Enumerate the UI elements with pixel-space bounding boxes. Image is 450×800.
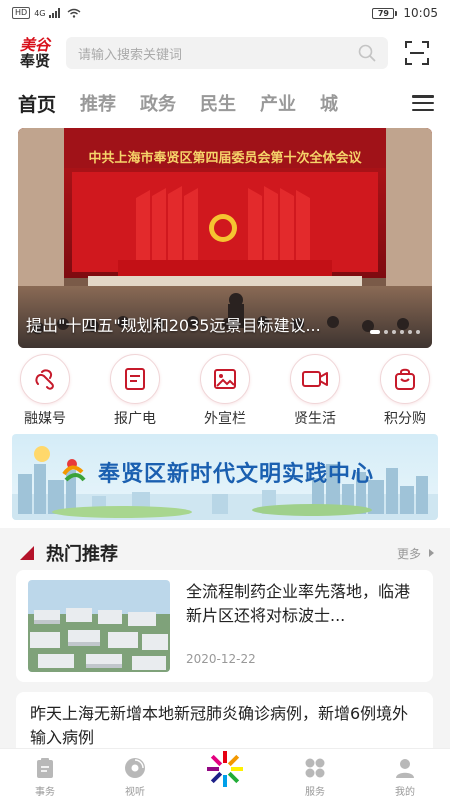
link-loop-icon — [35, 369, 54, 390]
wifi-icon — [68, 8, 81, 18]
article-card[interactable]: 全流程制药企业率先落地，临港新片区还将对标波士... 2020-12-22 — [16, 570, 433, 682]
nav-label: 事务 — [35, 787, 55, 798]
top-header: 美谷 奉贤 请输入搜索关键词 — [0, 26, 450, 80]
scan-button[interactable] — [404, 40, 430, 66]
video-camera-icon — [302, 371, 328, 387]
menu-icon — [412, 95, 434, 111]
section-title: 热门推荐 — [46, 544, 118, 565]
quick-link-life[interactable]: 贤生活 — [288, 354, 342, 432]
carousel-dot[interactable] — [384, 330, 388, 334]
nav-label: 视听 — [125, 787, 145, 798]
quick-link-newspaper[interactable]: 报广电 — [108, 354, 162, 432]
promo-banner[interactable]: 奉贤区新时代文明实践中心 — [12, 434, 438, 520]
promo-section: 奉贤区新时代文明实践中心 — [0, 432, 450, 528]
tab-industry[interactable]: 产业 — [260, 90, 296, 116]
channel-menu-button[interactable] — [396, 80, 450, 126]
nav-profile[interactable]: 我的 — [370, 757, 440, 798]
image-icon — [214, 369, 236, 389]
search-bar[interactable]: 请输入搜索关键词 — [66, 37, 388, 69]
battery-level: 79 — [372, 7, 395, 19]
logo-bottom-text: 奉贤 — [19, 51, 50, 70]
more-label: 更多 — [396, 546, 421, 561]
signal-icon — [49, 8, 61, 18]
tab-city[interactable]: 城 — [320, 90, 338, 116]
quick-link-label: 外宣栏 — [204, 411, 246, 427]
tab-recommend[interactable]: 推荐 — [80, 90, 116, 116]
article-date: 2020-12-22 — [186, 652, 256, 666]
promo-title: 奉贤区新时代文明实践中心 — [98, 462, 375, 487]
clock: 10:05 — [403, 6, 438, 20]
bottom-navigation: 事务 视听 服务 我的 — [0, 748, 450, 800]
hd-badge: HD — [12, 7, 31, 19]
carousel-dot[interactable] — [400, 330, 404, 334]
search-icon — [358, 44, 376, 62]
quick-link-media[interactable]: 融媒号 — [18, 354, 72, 432]
nav-label: 我的 — [395, 787, 415, 798]
nav-service[interactable]: 服务 — [280, 757, 350, 798]
quick-link-publicity[interactable]: 外宣栏 — [198, 354, 252, 432]
app-root: HD 4G 79 10:05 美谷 奉贤 请输入搜索关键词 首页 推荐 政务 民… — [0, 0, 450, 800]
nav-media[interactable]: 视听 — [100, 757, 170, 798]
article-thumbnail — [28, 580, 170, 672]
search-placeholder: 请输入搜索关键词 — [78, 47, 183, 63]
quick-link-label: 融媒号 — [24, 411, 66, 427]
document-icon — [125, 368, 145, 390]
status-bar: HD 4G 79 10:05 — [0, 0, 450, 26]
banner-hall-title: 中共上海市奉贤区第四届委员会第十次全体会议 — [88, 150, 362, 166]
status-right: 79 10:05 — [372, 6, 438, 20]
tab-livelihood[interactable]: 民生 — [200, 90, 236, 116]
carousel-dot[interactable] — [370, 330, 380, 334]
network-label: 4G — [34, 8, 46, 18]
quick-link-label: 贤生活 — [294, 411, 336, 427]
tab-government[interactable]: 政务 — [140, 90, 176, 116]
quick-links: 融媒号 报广电 外宣栏 贤生活 积分购 — [0, 348, 450, 432]
status-left: HD 4G — [12, 7, 81, 19]
brand-star-icon — [207, 751, 243, 787]
disc-icon — [125, 758, 145, 778]
nav-affairs[interactable]: 事务 — [10, 757, 80, 798]
battery-icon: 79 — [372, 7, 398, 19]
shopping-bag-icon — [395, 368, 415, 390]
banner-carousel[interactable]: 中共上海市奉贤区第四届委员会第十次全体会议 提出"十四五"规划和2035远景目标… — [18, 128, 432, 348]
nav-center-brand[interactable] — [190, 749, 260, 789]
quick-link-points-shop[interactable]: 积分购 — [378, 354, 432, 432]
chevron-right-icon — [429, 549, 434, 557]
hot-section-header: 热门推荐 更多 — [0, 535, 450, 571]
clipboard-icon — [37, 758, 53, 778]
quick-link-label: 积分购 — [384, 411, 426, 427]
article-body: 全流程制药企业率先落地，临港新片区还将对标波士... 2020-12-22 — [186, 580, 421, 672]
app-logo[interactable]: 美谷 奉贤 — [12, 33, 58, 73]
carousel-dots — [370, 330, 420, 334]
tab-home[interactable]: 首页 — [18, 90, 56, 117]
logo-top-text: 美谷 — [19, 35, 50, 54]
carousel-dot[interactable] — [408, 330, 412, 334]
grid-icon — [305, 758, 325, 778]
more-link[interactable]: 更多 — [397, 545, 434, 562]
user-icon — [396, 759, 414, 778]
nav-label: 服务 — [305, 787, 325, 798]
carousel-dot[interactable] — [416, 330, 420, 334]
section-marker-icon — [20, 546, 34, 560]
scan-icon — [405, 41, 429, 65]
carousel-dot[interactable] — [392, 330, 396, 334]
channel-tabs: 首页 推荐 政务 民生 产业 城 — [0, 80, 450, 126]
quick-link-label: 报广电 — [114, 411, 156, 427]
article-title: 全流程制药企业率先落地，临港新片区还将对标波士... — [186, 582, 411, 625]
article-title: 昨天上海无新增本地新冠肺炎确诊病例，新增6例境外输入病例 — [30, 704, 409, 747]
banner-caption: 提出"十四五"规划和2035远景目标建议... — [26, 316, 321, 335]
